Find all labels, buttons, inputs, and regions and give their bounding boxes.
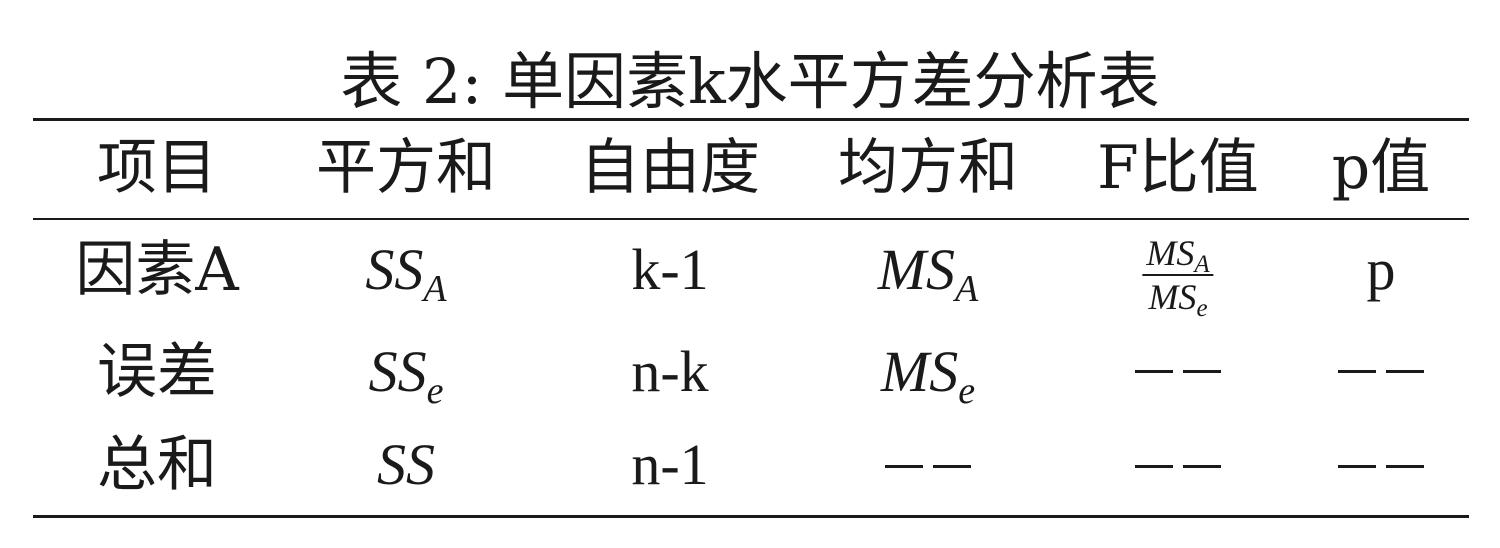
row-factor-label: 因素A xyxy=(75,235,239,305)
header-mean-square: 均方和 xyxy=(838,133,1018,203)
row-error-ss: SSe xyxy=(368,339,444,412)
header-rule xyxy=(33,218,1469,220)
header-f-ratio: F比值 xyxy=(1097,133,1259,203)
row-total-ss: SS xyxy=(377,432,435,497)
row-total-p-dash xyxy=(1338,465,1424,468)
header-sum-of-squares: 平方和 xyxy=(316,133,496,203)
row-factor-f-fraction: MSA MSe xyxy=(1142,232,1214,322)
row-factor-ss: SSA xyxy=(365,237,447,310)
row-total-label: 总和 xyxy=(97,430,217,500)
row-factor-ms: MSA xyxy=(877,237,979,310)
header-degrees-of-freedom: 自由度 xyxy=(580,133,760,203)
header-item: 项目 xyxy=(97,133,217,203)
row-factor-df: k-1 xyxy=(631,237,709,302)
top-rule xyxy=(33,118,1469,121)
table-caption: 表 2: 单因素k水平方差分析表 xyxy=(340,45,1160,118)
row-total-ms-dash xyxy=(885,465,971,468)
header-p-value: p值 xyxy=(1331,133,1431,203)
row-error-df: n-k xyxy=(631,339,709,404)
bottom-rule xyxy=(33,515,1469,518)
row-factor-p: p xyxy=(1366,237,1396,302)
f-denominator: MSe xyxy=(1148,277,1208,322)
row-error-label: 误差 xyxy=(97,337,217,407)
row-error-p-dash xyxy=(1338,370,1424,373)
f-numerator: MSA xyxy=(1142,232,1214,277)
row-error-ms: MSe xyxy=(880,339,976,412)
row-total-df: n-1 xyxy=(631,432,709,497)
row-error-f-dash xyxy=(1135,370,1221,373)
row-total-f-dash xyxy=(1135,465,1221,468)
